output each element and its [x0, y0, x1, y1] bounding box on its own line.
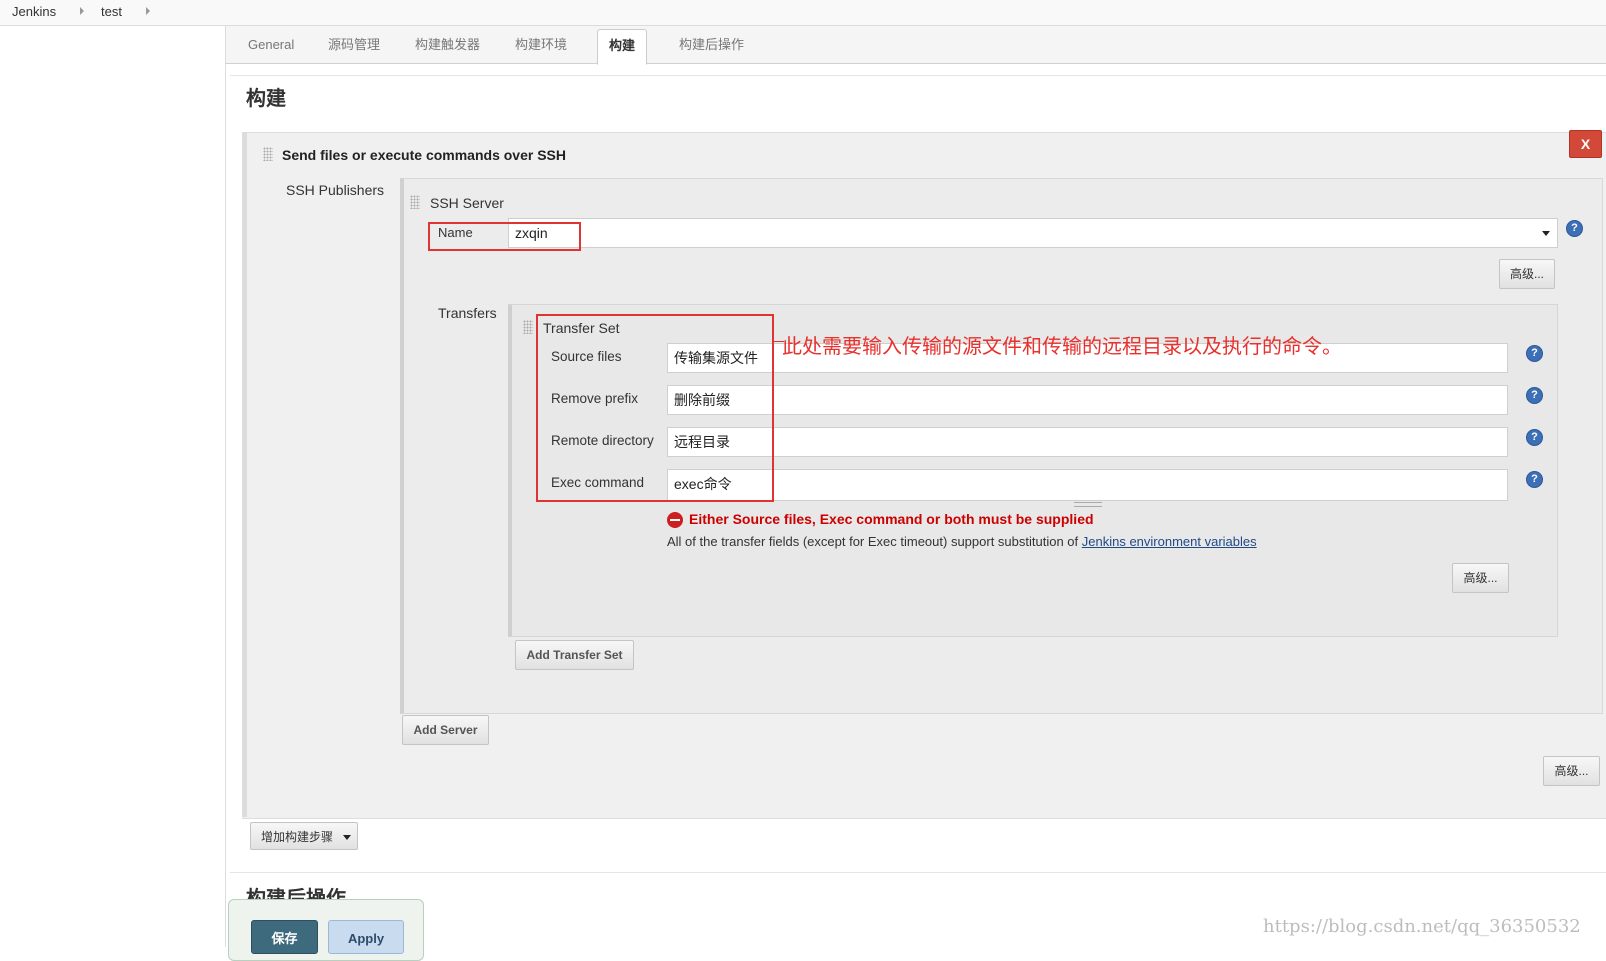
breadcrumb-arrow-icon[interactable] [146, 7, 150, 15]
hint-prefix: All of the transfer fields (except for E… [667, 534, 1082, 549]
drag-handle-icon[interactable] [410, 195, 420, 209]
help-icon[interactable]: ? [1526, 387, 1543, 404]
source-files-value: 传输集源文件 [674, 350, 758, 366]
ssh-server-header: SSH Server [430, 195, 504, 211]
breadcrumb-test[interactable]: test [101, 4, 122, 19]
textarea-resize-grip[interactable] [1074, 502, 1102, 507]
server-name-select[interactable]: zxqin [508, 218, 1558, 248]
breadcrumb-arrow-icon[interactable] [80, 7, 84, 15]
add-server-button[interactable]: Add Server [402, 715, 489, 745]
section-divider [230, 872, 1606, 873]
server-name-value: zxqin [515, 225, 548, 241]
remove-prefix-value: 删除前缀 [674, 392, 730, 408]
add-transfer-set-button[interactable]: Add Transfer Set [515, 640, 634, 670]
remote-directory-value: 远程目录 [674, 434, 730, 450]
tab-build[interactable]: 构建 [597, 29, 648, 65]
build-step-title: Send files or execute commands over SSH [282, 147, 566, 163]
tab-source-code[interactable]: 源码管理 [317, 26, 391, 63]
delete-step-button[interactable]: X [1569, 130, 1602, 158]
chevron-down-icon [343, 835, 351, 840]
apply-button[interactable]: Apply [328, 920, 404, 954]
step-advanced-button[interactable]: 高级... [1543, 756, 1600, 786]
remote-directory-input[interactable]: 远程目录 [667, 427, 1508, 457]
error-icon [667, 512, 683, 528]
transfer-advanced-button[interactable]: 高级... [1452, 563, 1509, 593]
exec-command-label: Exec command [551, 475, 645, 490]
help-icon[interactable]: ? [1566, 220, 1583, 237]
annotation-text: 此处需要输入传输的源文件和传输的远程目录以及执行的命令。 [782, 334, 1342, 358]
drag-handle-icon[interactable] [263, 147, 273, 161]
ssh-publishers-label: SSH Publishers [286, 182, 385, 198]
server-name-label: Name [438, 225, 473, 240]
tab-general[interactable]: General [237, 26, 305, 63]
breadcrumb-jenkins[interactable]: Jenkins [12, 4, 56, 19]
remove-prefix-label: Remove prefix [551, 391, 639, 406]
help-icon[interactable]: ? [1526, 471, 1543, 488]
drag-handle-icon[interactable] [523, 320, 533, 334]
save-button[interactable]: 保存 [251, 920, 318, 954]
exec-command-textarea[interactable]: exec命令 [667, 469, 1508, 501]
chevron-down-icon[interactable] [1542, 231, 1550, 236]
tab-build-environment[interactable]: 构建环境 [504, 26, 578, 63]
tab-post-build[interactable]: 构建后操作 [668, 26, 755, 63]
exec-command-value: exec命令 [674, 476, 732, 492]
help-icon[interactable]: ? [1526, 345, 1543, 362]
remove-prefix-input[interactable]: 删除前缀 [667, 385, 1508, 415]
config-tab-bar: General 源码管理 构建触发器 构建环境 构建 构建后操作 [226, 26, 1606, 65]
build-step-side-bar [242, 132, 247, 817]
server-advanced-button[interactable]: 高级... [1499, 259, 1555, 289]
add-build-step-button[interactable]: 增加构建步骤 [250, 822, 358, 850]
section-divider [230, 75, 1606, 76]
source-files-label: Source files [551, 349, 622, 364]
help-icon[interactable]: ? [1526, 429, 1543, 446]
transfer-set-header: Transfer Set [543, 320, 620, 336]
transfers-label: Transfers [438, 305, 497, 321]
add-build-step-label: 增加构建步骤 [261, 830, 334, 844]
sidebar-divider [225, 26, 226, 947]
tab-build-triggers[interactable]: 构建触发器 [404, 26, 491, 63]
env-variables-link[interactable]: Jenkins environment variables [1082, 534, 1257, 549]
validation-error: Either Source files, Exec command or bot… [689, 511, 1094, 527]
watermark: https://blog.csdn.net/qq_36350532 [1263, 916, 1581, 937]
remote-directory-label: Remote directory [551, 433, 654, 448]
breadcrumb: Jenkins test [0, 0, 1606, 26]
transfer-hint: All of the transfer fields (except for E… [667, 534, 1257, 549]
section-title: 构建 [246, 88, 286, 110]
